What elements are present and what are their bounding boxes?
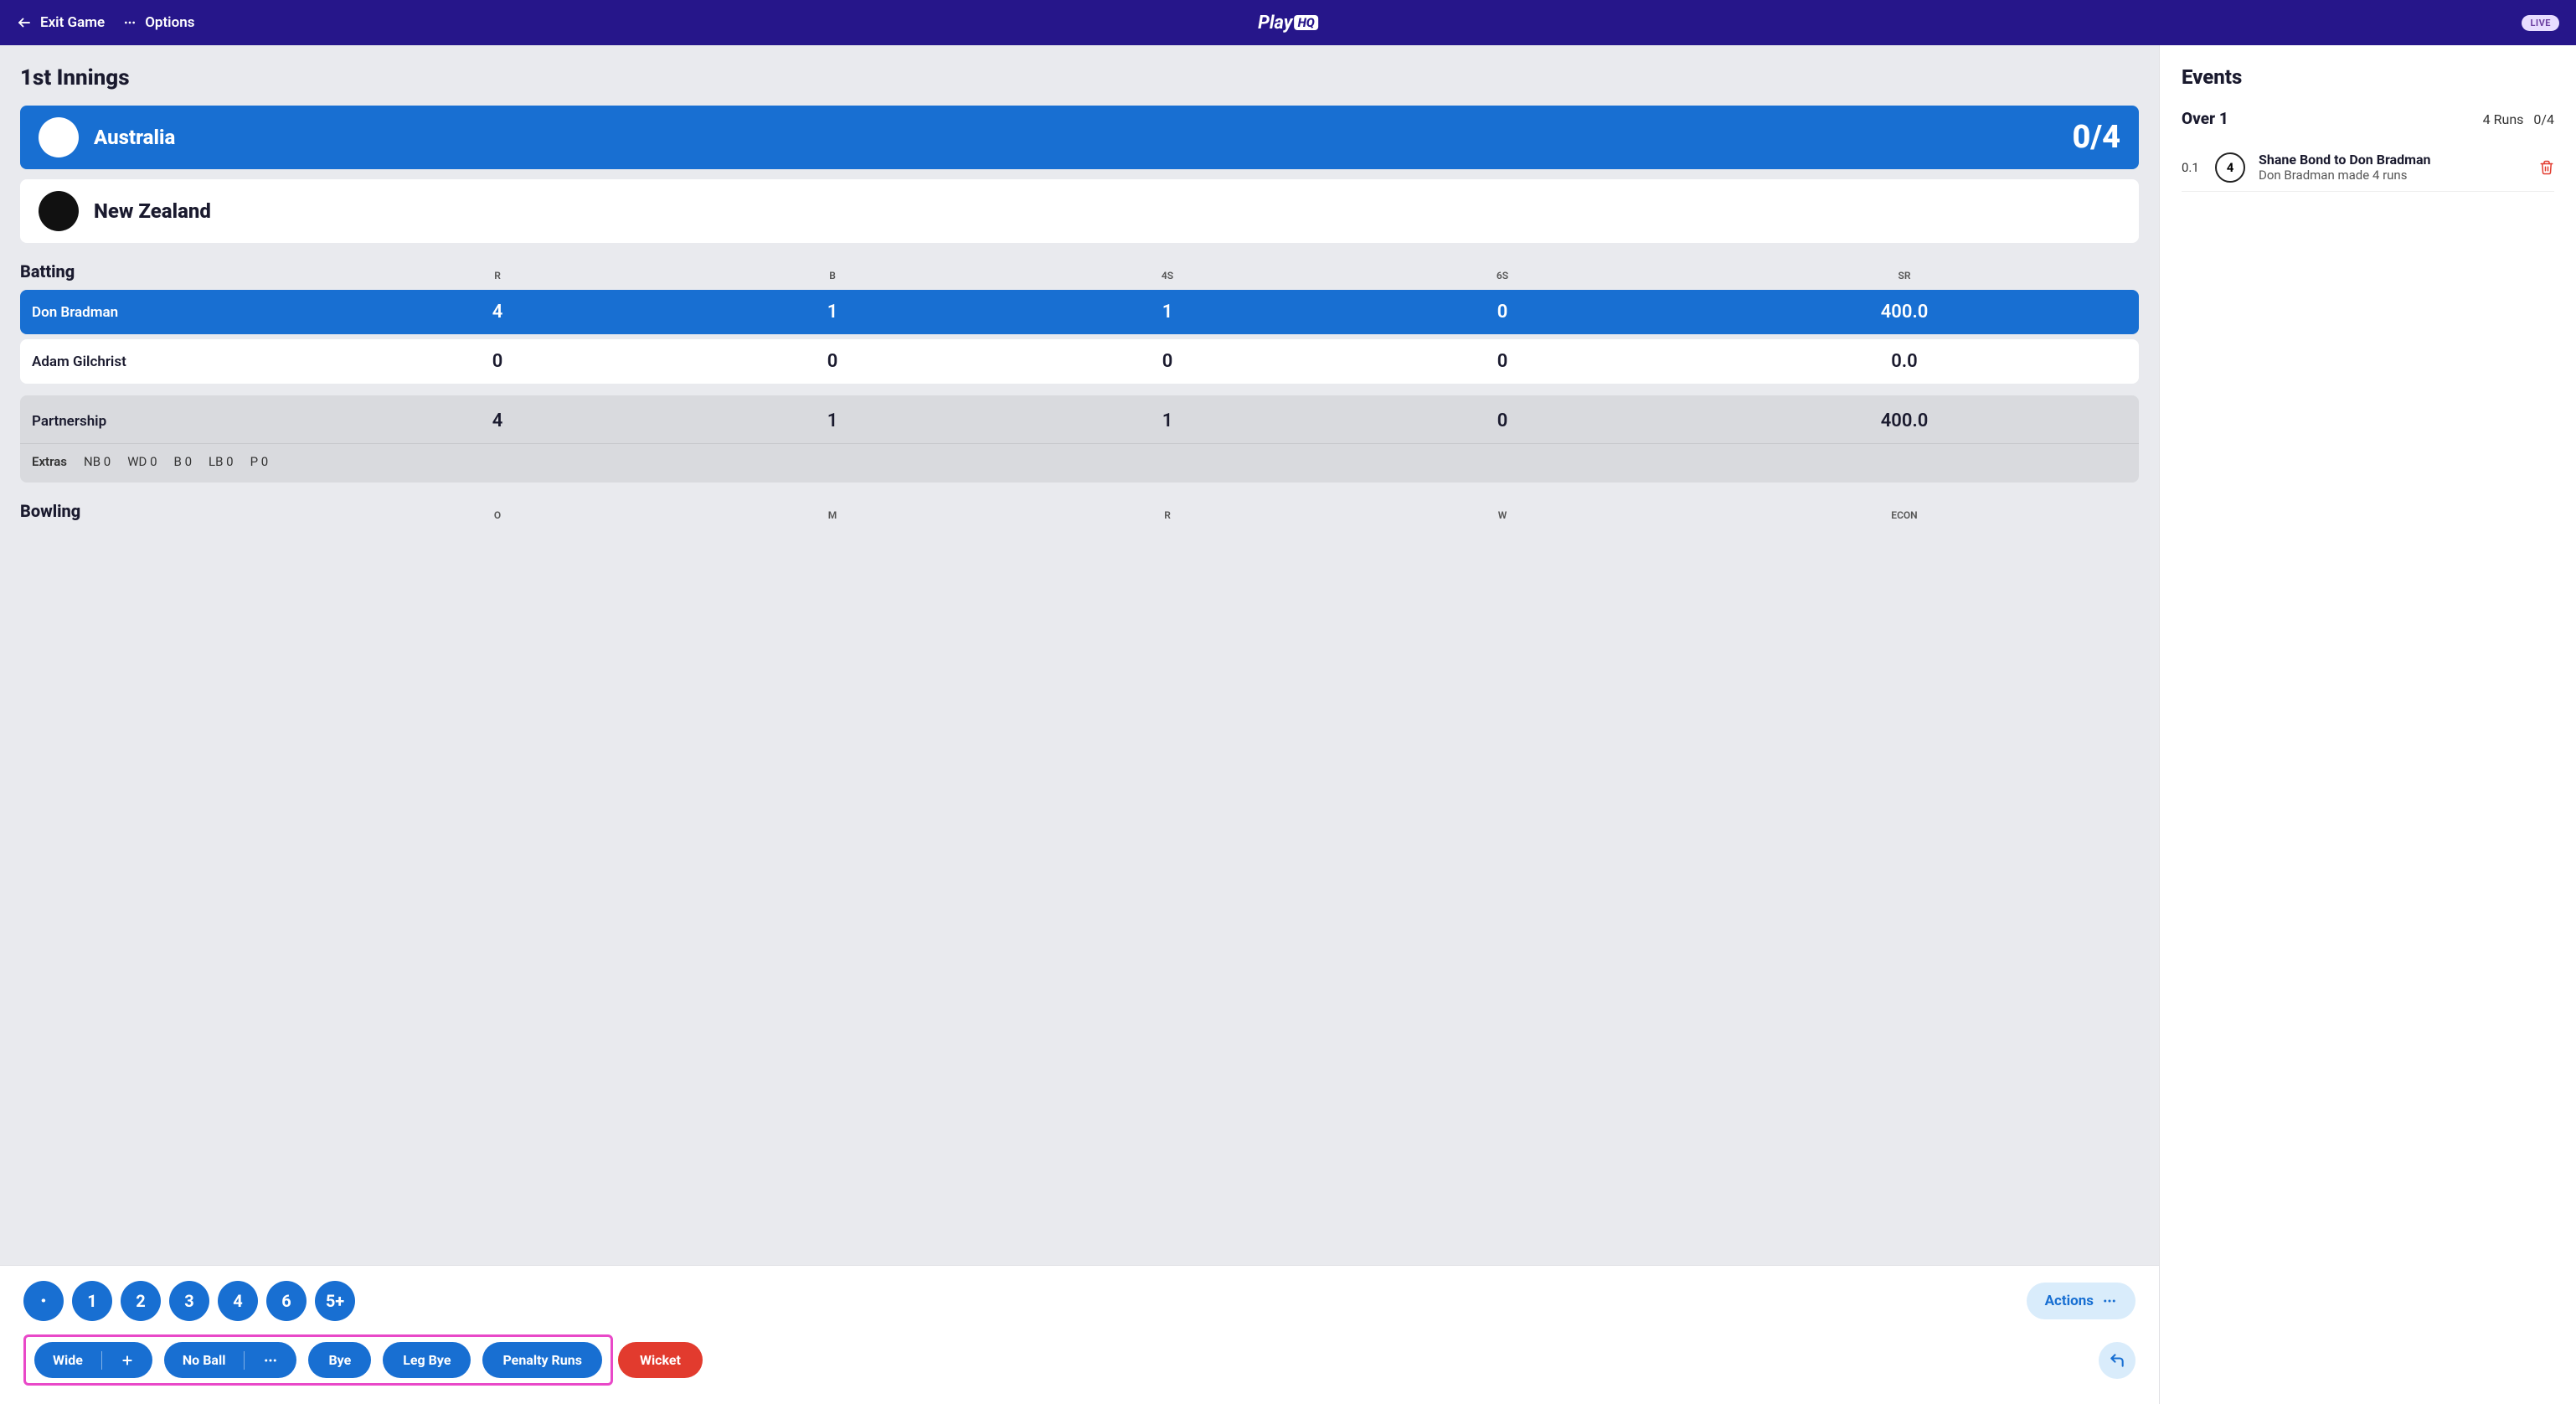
legbye-button[interactable]: Leg Bye xyxy=(383,1342,471,1378)
scoring-controls: · 1 2 3 4 6 5+ Actions Wide xyxy=(0,1265,2159,1404)
actions-button[interactable]: Actions xyxy=(2027,1283,2136,1319)
partnership-block: Partnership 4 1 1 0 400.0 Extras NB 0 WD… xyxy=(20,395,2139,483)
noball-button[interactable]: No Ball xyxy=(164,1342,245,1378)
team-color-dot xyxy=(39,117,79,157)
exit-game-label: Exit Game xyxy=(40,14,105,31)
run-dot-button[interactable]: · xyxy=(23,1281,64,1321)
bowling-header: Bowling O M R W ECON xyxy=(20,501,2139,521)
run-2-button[interactable]: 2 xyxy=(121,1281,161,1321)
wide-button[interactable]: Wide xyxy=(34,1342,101,1378)
events-title: Events xyxy=(2182,65,2554,89)
trash-icon xyxy=(2539,160,2554,175)
wicket-button[interactable]: Wicket xyxy=(618,1342,703,1378)
arrow-left-icon xyxy=(17,15,32,30)
bye-button[interactable]: Bye xyxy=(308,1342,371,1378)
delete-event-button[interactable] xyxy=(2539,160,2554,175)
undo-button[interactable] xyxy=(2099,1342,2136,1379)
dots-horizontal-icon xyxy=(263,1353,278,1368)
logo: PlayHQ xyxy=(1258,13,1318,34)
team-color-dot xyxy=(39,191,79,231)
noball-more-button[interactable] xyxy=(245,1343,296,1378)
noball-button-group: No Ball xyxy=(164,1342,297,1378)
penalty-button[interactable]: Penalty Runs xyxy=(482,1342,601,1378)
run-3-button[interactable]: 3 xyxy=(169,1281,209,1321)
event-row: 0.1 4 Shane Bond to Don Bradman Don Brad… xyxy=(2182,143,2554,192)
undo-icon xyxy=(2109,1352,2125,1369)
partnership-row: Partnership 4 1 1 0 400.0 xyxy=(20,395,2139,443)
event-runs-badge: 4 xyxy=(2215,152,2245,183)
extras-row: Extras NB 0 WD 0 B 0 LB 0 P 0 xyxy=(20,443,2139,483)
batting-team-score: 0/4 xyxy=(2072,119,2120,156)
wide-plus-button[interactable] xyxy=(102,1344,152,1377)
plus-icon xyxy=(121,1354,134,1367)
bowling-team-card[interactable]: New Zealand xyxy=(20,179,2139,243)
dots-horizontal-icon xyxy=(123,16,137,29)
exit-game-button[interactable]: Exit Game xyxy=(17,14,105,31)
options-label: Options xyxy=(145,14,194,31)
batting-header: Batting R B 4S 6S SR xyxy=(20,261,2139,281)
options-button[interactable]: Options xyxy=(123,14,194,31)
over-header: Over 1 4 Runs 0/4 xyxy=(2182,109,2554,128)
dots-horizontal-icon xyxy=(2102,1293,2117,1309)
live-badge: LIVE xyxy=(2522,15,2559,31)
topbar: Exit Game Options PlayHQ LIVE xyxy=(0,0,2576,45)
batting-team-name: Australia xyxy=(94,126,175,149)
batting-team-card[interactable]: Australia 0/4 xyxy=(20,106,2139,169)
extras-buttons-highlight: Wide No Ball Bye Leg Bye Penalty Runs xyxy=(23,1334,613,1386)
innings-title: 1st Innings xyxy=(20,65,2139,90)
batsman-row[interactable]: Adam Gilchrist 0 0 0 0 0.0 xyxy=(20,339,2139,384)
batsman-row[interactable]: Don Bradman 4 1 1 0 400.0 xyxy=(20,290,2139,334)
run-4-button[interactable]: 4 xyxy=(218,1281,258,1321)
run-1-button[interactable]: 1 xyxy=(72,1281,112,1321)
run-6-button[interactable]: 6 xyxy=(266,1281,307,1321)
wide-button-group: Wide xyxy=(34,1342,152,1378)
events-sidebar: Events Over 1 4 Runs 0/4 0.1 4 Shane Bon… xyxy=(2159,45,2576,1404)
run-5plus-button[interactable]: 5+ xyxy=(315,1281,355,1321)
bowling-team-name: New Zealand xyxy=(94,199,211,223)
main-panel: 1st Innings Australia 0/4 New Zealand Ba… xyxy=(0,45,2159,1404)
